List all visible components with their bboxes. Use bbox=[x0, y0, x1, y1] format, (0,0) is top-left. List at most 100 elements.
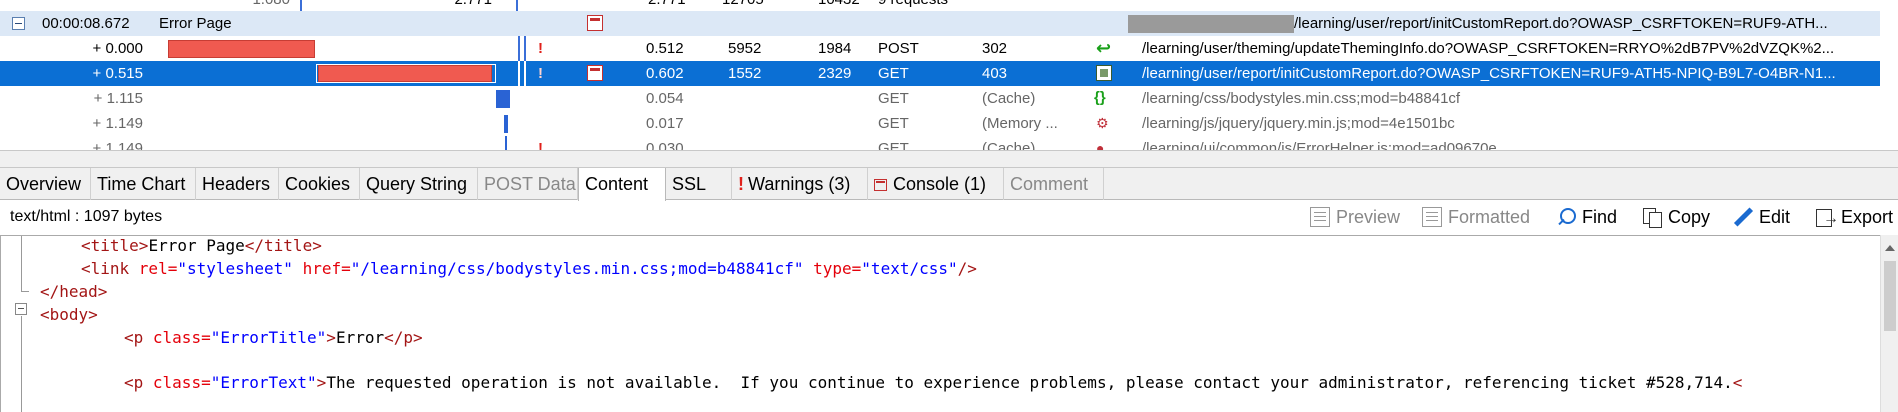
timeline-cell bbox=[166, 39, 511, 58]
row-url: /learning/js/jquery/jquery.min.js;mod=4e… bbox=[1142, 115, 1455, 132]
timing-bar bbox=[504, 115, 508, 133]
tab-ssl[interactable]: SSL bbox=[666, 168, 732, 200]
row-method: GET bbox=[878, 140, 909, 150]
timeline-marker bbox=[524, 36, 526, 61]
fold-guide bbox=[21, 291, 29, 292]
row-sent: 5952 bbox=[728, 40, 762, 57]
preview-button: Preview bbox=[1310, 201, 1400, 233]
timing-bar bbox=[318, 65, 492, 82]
timing-bar bbox=[496, 90, 510, 108]
page-group-row[interactable]: 00:00:08.672 Error Page /learning/user/r… bbox=[0, 11, 1880, 36]
timeline-marker bbox=[524, 61, 526, 86]
script-icon: ⚙ bbox=[1096, 115, 1109, 131]
tab-warnings[interactable]: ! Warnings (3) bbox=[732, 168, 868, 200]
code-line: </head> bbox=[40, 282, 108, 301]
row-received: 1984 bbox=[818, 40, 852, 57]
copy-button[interactable]: Copy bbox=[1642, 201, 1710, 233]
row-result: (Cache) bbox=[982, 140, 1036, 150]
row-offset: + 1.149 bbox=[92, 140, 143, 150]
content-info: text/html : 1097 bytes bbox=[10, 208, 163, 225]
formatted-label: Formatted bbox=[1448, 207, 1531, 227]
timeline-marker bbox=[518, 61, 520, 86]
edit-button[interactable]: Edit bbox=[1733, 201, 1790, 233]
css-icon: {} bbox=[1094, 89, 1106, 106]
tab-label: Warnings (3) bbox=[748, 174, 851, 194]
code-line: <p class="ErrorTitle">Error</p> bbox=[124, 328, 423, 347]
row-duration: 0.017 bbox=[646, 115, 684, 132]
tab-query-string[interactable]: Query String bbox=[360, 168, 478, 200]
code-line: <body> bbox=[40, 305, 98, 324]
detail-tabs: Overview Time Chart Headers Cookies Quer… bbox=[0, 168, 1898, 201]
fold-toggle-icon[interactable] bbox=[15, 303, 27, 315]
export-button[interactable]: Export bbox=[1815, 201, 1894, 235]
request-grid[interactable]: 1.080 2.771 2.771 12705 10432 9 requests… bbox=[0, 0, 1898, 150]
warning-icon: ! bbox=[738, 174, 744, 194]
redacted-block bbox=[1128, 15, 1294, 33]
table-row[interactable]: + 1.149 ! 0.030 GET (Cache) ● /learning/… bbox=[0, 136, 1880, 150]
timeline-marker bbox=[505, 136, 507, 150]
table-row[interactable]: + 1.149 0.017 GET (Memory ... ⚙ /learnin… bbox=[0, 111, 1880, 136]
table-row[interactable]: + 0.000 ! 0.512 5952 1984 POST 302 ↩ /le… bbox=[0, 36, 1880, 61]
pane-splitter[interactable] bbox=[0, 150, 1898, 168]
fold-guide bbox=[21, 236, 22, 291]
console-icon bbox=[874, 179, 887, 191]
table-row-selected[interactable]: + 0.515 ! 0.602 1552 2329 GET 403 /learn… bbox=[0, 61, 1880, 86]
tab-content[interactable]: Content bbox=[578, 168, 666, 201]
row-duration: 0.512 bbox=[646, 40, 684, 57]
page-icon bbox=[1096, 65, 1112, 81]
row-offset: + 1.149 bbox=[92, 115, 143, 132]
tab-overview[interactable]: Overview bbox=[0, 168, 91, 200]
find-label: Find bbox=[1582, 207, 1618, 227]
timeline-cell bbox=[316, 64, 496, 83]
timing-bar bbox=[168, 40, 315, 58]
row-result: (Memory ... bbox=[982, 115, 1058, 132]
formatted-button: Formatted bbox=[1422, 201, 1530, 233]
export-icon bbox=[1815, 203, 1839, 235]
tab-headers[interactable]: Headers bbox=[196, 168, 279, 200]
tab-post-data: POST Data bbox=[478, 168, 578, 200]
table-row[interactable]: + 1.115 0.054 GET (Cache) {} /learning/c… bbox=[0, 86, 1880, 111]
fold-guide bbox=[21, 316, 22, 412]
source-viewer[interactable]: <title>Error Page</title> <link rel="sty… bbox=[0, 235, 1898, 412]
export-label: Export bbox=[1841, 207, 1894, 227]
tab-cookies[interactable]: Cookies bbox=[279, 168, 360, 200]
group-time: 00:00:08.672 bbox=[42, 15, 130, 32]
row-url: /learning/user/report/initCustomReport.d… bbox=[1142, 65, 1836, 82]
scrollbar-thumb[interactable] bbox=[1884, 261, 1896, 331]
row-duration: 0.030 bbox=[646, 140, 684, 150]
row-result: 302 bbox=[982, 40, 1008, 57]
find-button[interactable]: Find bbox=[1556, 201, 1617, 233]
error-page-icon bbox=[587, 15, 603, 31]
code-line: <p class="ErrorText">The requested opera… bbox=[124, 373, 1743, 392]
row-url: /learning/css/bodystyles.min.css;mod=b48… bbox=[1142, 90, 1461, 107]
pencil-icon bbox=[1733, 207, 1753, 227]
row-method: GET bbox=[878, 65, 909, 82]
code-line: <title>Error Page</title> bbox=[81, 236, 322, 255]
collapse-toggle-icon[interactable] bbox=[12, 17, 25, 30]
warning-icon: ! bbox=[538, 65, 543, 82]
tab-console[interactable]: Console (1) bbox=[868, 168, 1004, 200]
row-url: /learning/ui/common/js/ErrorHelper.js;mo… bbox=[1142, 140, 1497, 150]
group-name: Error Page bbox=[159, 15, 232, 32]
row-offset: + 0.515 bbox=[92, 65, 143, 82]
group-url: /learning/user/report/initCustomReport.d… bbox=[1294, 15, 1828, 32]
edit-label: Edit bbox=[1759, 207, 1791, 227]
redirect-icon: ↩ bbox=[1096, 38, 1112, 58]
row-offset: + 1.115 bbox=[93, 90, 143, 107]
warning-icon: ! bbox=[538, 140, 543, 150]
warning-icon: ! bbox=[538, 40, 543, 57]
copy-label: Copy bbox=[1668, 207, 1711, 227]
row-duration: 0.602 bbox=[646, 65, 684, 82]
preview-label: Preview bbox=[1336, 207, 1401, 227]
code-line: <link rel="stylesheet" href="/learning/c… bbox=[81, 259, 977, 278]
row-method: POST bbox=[878, 40, 919, 57]
formatted-icon bbox=[1422, 207, 1442, 227]
row-sent: 1552 bbox=[728, 65, 762, 82]
row-received: 2329 bbox=[818, 65, 852, 82]
tab-time-chart[interactable]: Time Chart bbox=[91, 168, 196, 200]
row-result: 403 bbox=[982, 65, 1008, 82]
vertical-scrollbar[interactable] bbox=[1880, 235, 1898, 412]
row-offset: + 0.000 bbox=[92, 40, 143, 57]
row-url: /learning/user/theming/updateThemingInfo… bbox=[1142, 40, 1835, 57]
preview-icon bbox=[1310, 207, 1330, 227]
